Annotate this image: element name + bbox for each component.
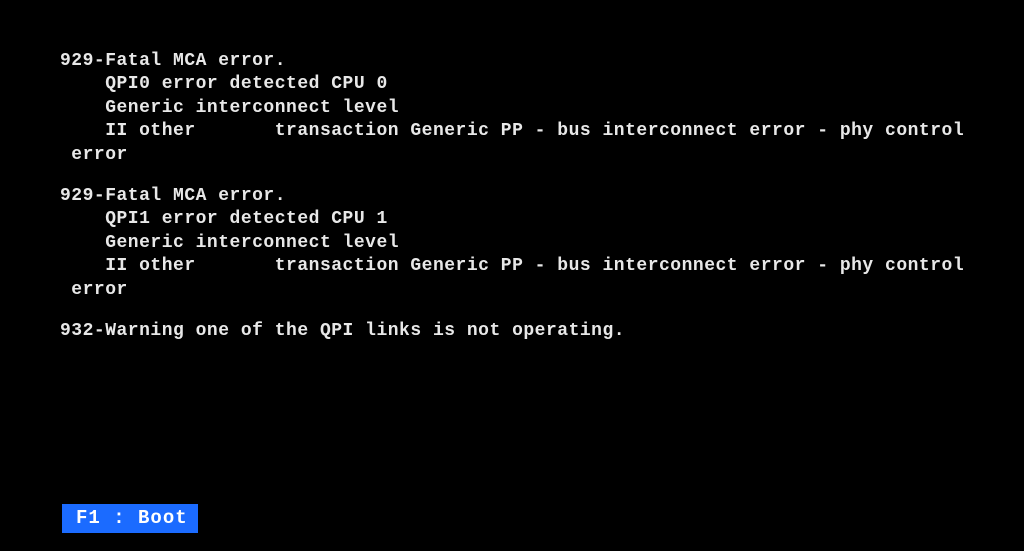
error-detail-line: error: [60, 279, 964, 302]
error-detail-line: QPI0 error detected CPU 0: [60, 73, 964, 96]
error-detail-line: II other transaction Generic PP - bus in…: [60, 120, 964, 143]
error-detail-line: Generic interconnect level: [60, 97, 964, 120]
error-header: 929-Fatal MCA error.: [60, 50, 964, 73]
warning-line: 932-Warning one of the QPI links is not …: [60, 320, 964, 343]
error-block-1: 929-Fatal MCA error. QPI1 error detected…: [60, 185, 964, 302]
error-detail-line: QPI1 error detected CPU 1: [60, 208, 964, 231]
error-detail-line: Generic interconnect level: [60, 232, 964, 255]
bios-error-screen: 929-Fatal MCA error. QPI0 error detected…: [0, 0, 1024, 363]
error-detail-line: II other transaction Generic PP - bus in…: [60, 255, 964, 278]
error-block-0: 929-Fatal MCA error. QPI0 error detected…: [60, 50, 964, 167]
error-header: 929-Fatal MCA error.: [60, 185, 964, 208]
error-detail-line: error: [60, 144, 964, 167]
boot-hint-button[interactable]: F1 : Boot: [62, 504, 198, 533]
